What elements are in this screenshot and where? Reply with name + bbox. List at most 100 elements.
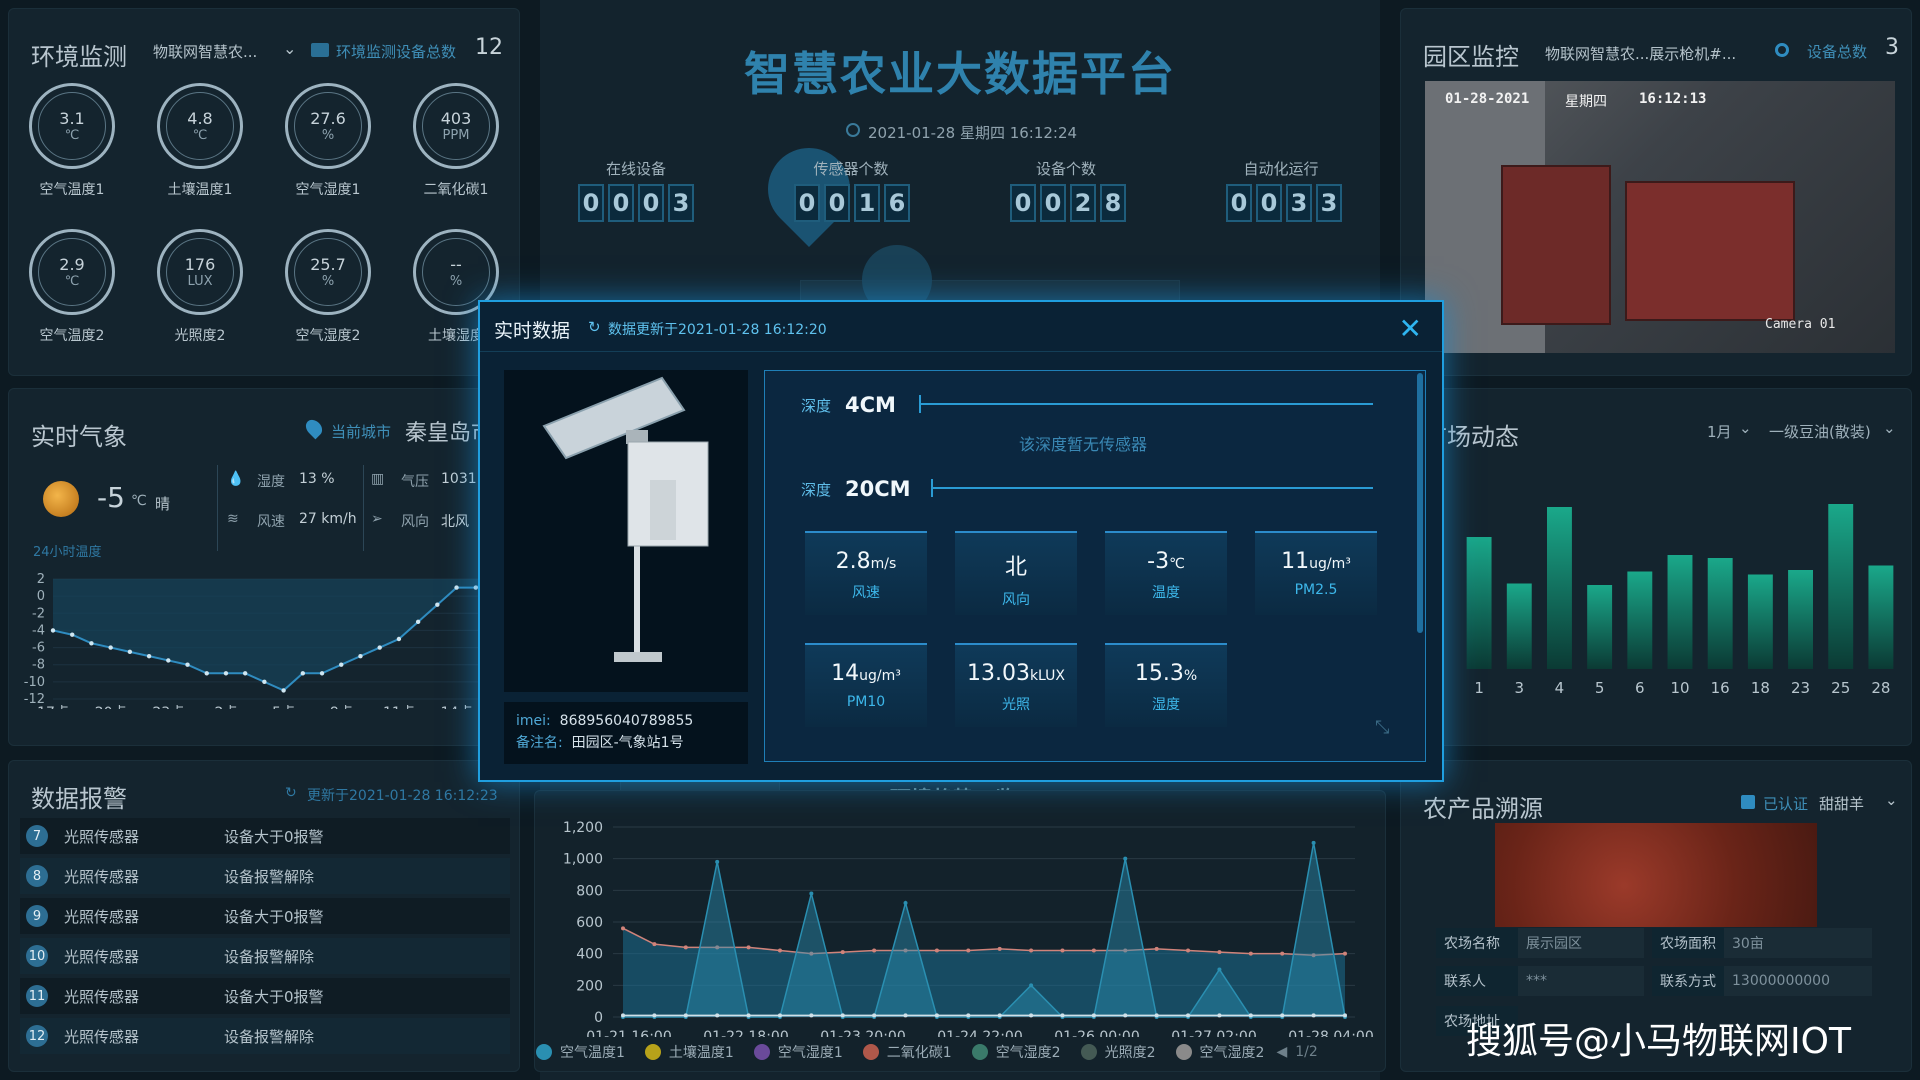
legend-prev-icon[interactable]: ◀ [1276,1044,1287,1060]
digit: 3 [1286,184,1312,222]
y-tick-label: -4 [32,623,45,638]
trend-point [715,859,720,864]
trend-point [809,891,814,896]
product-select[interactable]: 一级豆油(散装) [1769,421,1871,442]
pressure-value: 1031 [441,471,477,487]
camera-overlay-week: 星期四 [1565,94,1607,110]
temp-point [435,602,440,607]
temp-point [242,671,248,676]
digit: 0 [1226,184,1252,222]
gauge: 2.9 ℃ [29,229,115,315]
gauge-value: 27.6 [310,109,346,128]
close-icon[interactable]: ✕ [1399,312,1422,345]
divider [217,465,218,551]
trend-point [1029,948,1034,953]
trend-point [1248,1013,1253,1018]
temp-point [319,671,325,676]
trend-point [621,926,625,931]
digit: 0 [578,184,604,222]
legend-item[interactable]: 光照度2 [1080,1042,1156,1062]
gauge-label: 空气湿度2 [295,328,361,344]
legend-item[interactable]: 空气温度1 [536,1042,625,1062]
metric-value: 14 [831,661,860,686]
temp-unit: ℃ [131,493,147,509]
refresh-icon[interactable]: ↻ [588,318,601,336]
temp-point [396,636,402,642]
camera-feed[interactable]: 01-28-2021 星期四 16:12:13 Camera 01 [1425,81,1895,353]
gauge-unit: ℃ [192,128,208,143]
digit: 3 [668,184,694,222]
chevron-down-icon[interactable]: ⌄ [1885,791,1898,809]
trend-point [683,945,688,950]
panel-title: 数据报警 [31,785,127,813]
bar [1828,504,1854,669]
trend-point [746,1013,751,1018]
gauge-label: 空气温度2 [39,328,105,344]
product-select[interactable]: 甜甜羊 [1819,793,1864,814]
chevron-down-icon[interactable]: ⌄ [283,39,296,58]
gauge: 176 LUX [157,229,243,315]
gauge-unit: LUX [187,274,213,289]
metric-label: 光照 [1002,697,1030,713]
alarm-row[interactable]: 10 光照传感器 设备报警解除 [20,938,510,974]
alarm-row[interactable]: 7 光照传感器 设备大于0报警 [20,818,510,854]
alarm-row[interactable]: 11 光照传感器 设备大于0报警 [20,978,510,1014]
realtime-data-modal: 实时数据 ↻ 数据更新于2021-01-28 16:12:20 ✕ imei: … [478,300,1444,782]
legend-label: 空气温度1 [560,1045,625,1061]
trend-point [872,948,877,953]
alarm-message: 设备报警解除 [224,947,315,966]
alarm-row[interactable]: 12 光照传感器 设备报警解除 [20,1018,510,1054]
trend-point [1186,948,1191,953]
legend-swatch [536,1044,552,1060]
digit: 0 [794,184,820,222]
counter-label: 自动化运行 [1243,160,1319,178]
depth-row: 深度 20CM [801,477,911,501]
temp-point [127,649,133,655]
x-tick-label: 4 [1555,679,1565,697]
y-tick-label: -6 [32,641,45,656]
wind-icon: ≋ [227,511,239,527]
x-tick-label: 2点 [214,705,237,709]
env-device-select[interactable]: 物联网智慧农... [153,41,257,62]
gauge-unit: ℃ [64,128,80,143]
collapse-icon[interactable]: ⤡ [1375,717,1389,738]
refresh-icon[interactable]: ↻ [285,785,297,801]
alarm-message: 设备报警解除 [224,867,315,886]
chevron-down-icon[interactable]: ⌄ [1883,419,1896,437]
gauge-value: 3.1 [59,109,85,128]
metric-unit: kLUX [1029,668,1066,684]
legend-item[interactable]: 空气湿度2 [1175,1042,1264,1062]
trend-point [1029,1013,1034,1018]
scrollbar[interactable] [1417,373,1423,633]
trend-point [872,1013,877,1018]
alarm-row[interactable]: 9 光照传感器 设备大于0报警 [20,898,510,934]
chevron-down-icon[interactable]: ⌄ [1739,419,1752,437]
datetime: 2021-01-28 星期四 16:12:24 [868,124,1078,142]
month-select[interactable]: 1月 [1707,421,1732,442]
legend-item[interactable]: 土壤温度1 [644,1042,734,1062]
y-tick-label: 1,000 [563,852,603,868]
trend-point [777,948,782,953]
trend-point [903,1013,908,1018]
trend-point [840,1013,845,1018]
trend-point [1343,1013,1347,1018]
depth-value: 4CM [845,393,896,417]
trace-value: 30亩 [1724,928,1872,958]
legend-item[interactable]: 空气湿度2 [971,1042,1061,1062]
x-tick-label: 20点 [95,705,127,709]
remark-label: 备注名: [516,735,563,751]
x-tick-label: 10 [1670,679,1689,697]
checkbox-icon[interactable] [1741,795,1755,809]
legend-item[interactable]: 二氧化碳1 [862,1042,952,1062]
trend-point [997,1013,1002,1018]
gauge-value: 403 [440,109,472,128]
trend-point [621,1013,625,1018]
counter-label: 传感器个数 [813,160,889,178]
legend-item[interactable]: 空气湿度1 [753,1042,843,1062]
alarm-row[interactable]: 8 光照传感器 设备报警解除 [20,858,510,894]
device-icon [311,43,329,57]
camera-select[interactable]: 物联网智慧农...展示枪机#... [1545,43,1736,64]
gauge-label: 土壤温度1 [167,182,233,198]
alarm-sensor: 光照传感器 [64,947,140,966]
trend-point [652,1013,657,1018]
